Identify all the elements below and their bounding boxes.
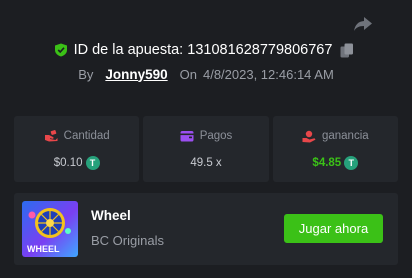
- bet-stats: Cantidad $0.10 T Pagos 49.5 x ganancia $…: [14, 116, 398, 182]
- game-provider: BC Originals: [91, 233, 164, 248]
- stat-profit-label: ganancia: [321, 130, 369, 142]
- stat-payout-value: 49.5 x: [190, 157, 222, 169]
- tether-icon: T: [85, 156, 100, 170]
- stat-payout: Pagos 49.5 x: [143, 116, 269, 182]
- share-button[interactable]: [352, 14, 374, 34]
- on-label: On: [179, 66, 197, 82]
- game-thumbnail[interactable]: WHEEL: [22, 201, 78, 257]
- bet-id-value: 131081628779806767: [187, 42, 333, 58]
- tether-icon: T: [344, 156, 359, 170]
- wallet-icon: [180, 131, 194, 142]
- stat-amount-value: $0.10: [53, 157, 83, 169]
- copy-icon[interactable]: [340, 43, 354, 58]
- stat-profit: ganancia $4.85 T: [272, 116, 398, 182]
- stat-amount: Cantidad $0.10 T: [14, 116, 140, 182]
- bet-datetime: 4/8/2023, 12:46:14 AM: [202, 66, 334, 82]
- game-title[interactable]: Wheel: [91, 208, 131, 223]
- bet-meta-row: By Jonny590 On 4/8/2023, 12:46:14 AM: [0, 64, 412, 84]
- bet-id-label: ID de la apuesta:: [73, 42, 184, 58]
- shield-icon: [54, 43, 67, 57]
- share-icon: [354, 17, 372, 31]
- wheel-icon: WHEEL: [27, 208, 71, 254]
- play-now-button[interactable]: Jugar ahora: [284, 214, 383, 243]
- bet-hand-icon: [44, 130, 58, 142]
- game-card: WHEEL Wheel BC Originals Jugar ahora: [14, 193, 398, 265]
- profit-icon: [302, 130, 316, 142]
- game-thumb-text: WHEEL: [27, 244, 60, 254]
- by-label: By: [78, 66, 94, 82]
- bet-id-row: ID de la apuesta: 131081628779806767: [0, 39, 412, 61]
- username-link[interactable]: Jonny590: [105, 67, 167, 82]
- stat-amount-label: Cantidad: [63, 130, 110, 142]
- stat-profit-value: $4.85: [312, 157, 342, 169]
- stat-payout-label: Pagos: [199, 130, 233, 142]
